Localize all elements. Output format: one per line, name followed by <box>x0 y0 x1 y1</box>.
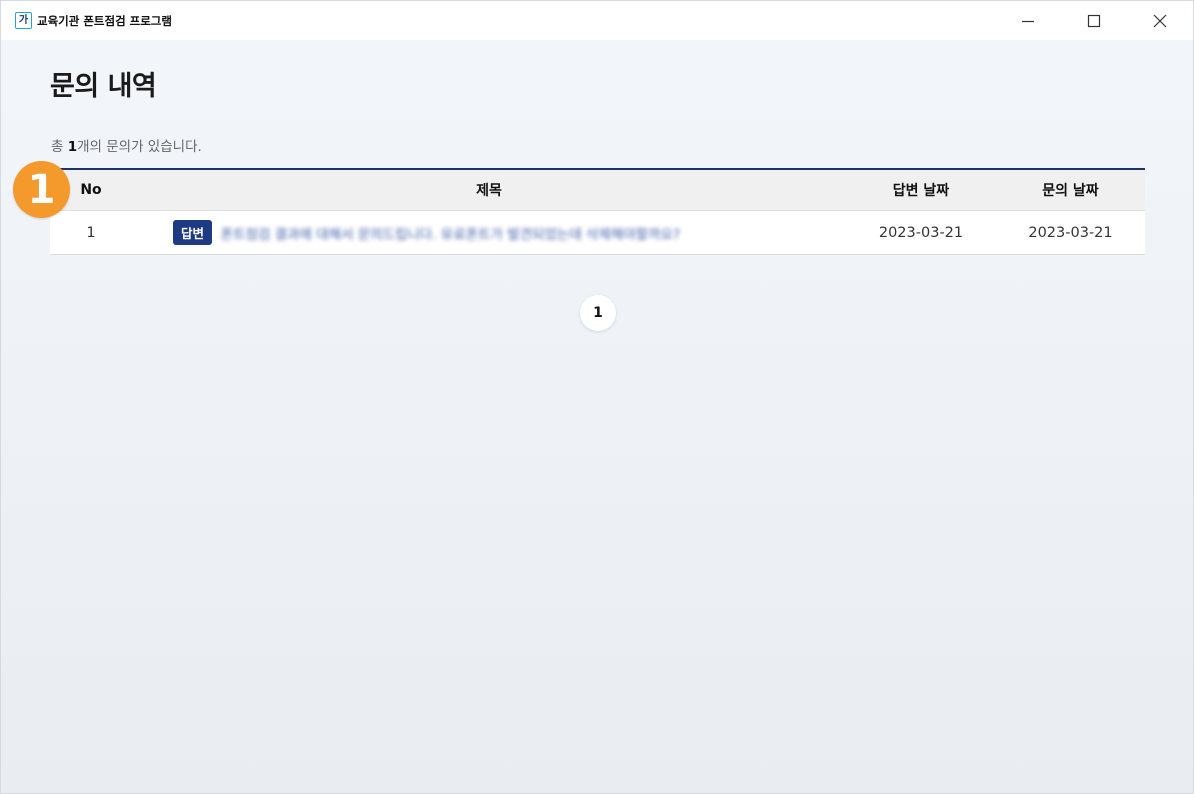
pagination: 1 <box>580 295 616 331</box>
inquiry-summary: 총 1개의 문의가 있습니다. <box>51 135 202 155</box>
inquiry-title-link[interactable]: 폰트점검 결과에 대해서 문의드립니다. 유료폰트가 발견되었는데 삭제해야할까… <box>221 223 680 243</box>
window-controls <box>995 1 1193 40</box>
column-header-answer-date: 답변 날짜 <box>846 169 996 211</box>
summary-suffix: 개의 문의가 있습니다. <box>77 139 202 155</box>
maximize-icon <box>1087 14 1101 27</box>
inquiry-table-container: No 제목 답변 날짜 문의 날짜 1 답변 폰트점검 결과에 대해서 문의드립… <box>50 168 1145 255</box>
inquiry-table: No 제목 답변 날짜 문의 날짜 1 답변 폰트점검 결과에 대해서 문의드립… <box>50 168 1145 255</box>
minimize-button[interactable] <box>995 1 1061 40</box>
title-bar: 가 교육기관 폰트점검 프로그램 <box>1 1 1193 40</box>
app-logo-icon: 가 <box>15 12 32 29</box>
main-content: 문의 내역 총 1개의 문의가 있습니다. No 제목 답변 날짜 문의 날짜 <box>1 40 1193 793</box>
row-no: 1 <box>50 210 132 255</box>
answered-badge: 답변 <box>173 220 213 245</box>
app-title: 교육기관 폰트점검 프로그램 <box>37 13 172 28</box>
summary-count: 1 <box>67 139 78 155</box>
app-window: 가 교육기관 폰트점검 프로그램 문의 내역 총 1개의 문의가 있습니다. N… <box>0 0 1194 794</box>
column-header-title: 제목 <box>132 169 846 211</box>
row-answer-date: 2023-03-21 <box>846 210 996 255</box>
summary-prefix: 총 <box>51 139 68 155</box>
table-header-row: No 제목 답변 날짜 문의 날짜 <box>50 169 1145 211</box>
minimize-icon <box>1022 20 1034 22</box>
page-button-current[interactable]: 1 <box>580 295 616 331</box>
column-header-inquiry-date: 문의 날짜 <box>996 169 1145 211</box>
row-title-cell[interactable]: 답변 폰트점검 결과에 대해서 문의드립니다. 유료폰트가 발견되었는데 삭제해… <box>132 210 846 255</box>
step-marker-badge: 1 <box>13 161 70 218</box>
page-title: 문의 내역 <box>50 71 157 102</box>
close-icon <box>1153 14 1167 27</box>
close-button[interactable] <box>1127 1 1193 40</box>
maximize-button[interactable] <box>1061 1 1127 40</box>
table-row[interactable]: 1 답변 폰트점검 결과에 대해서 문의드립니다. 유료폰트가 발견되었는데 삭… <box>50 210 1145 255</box>
row-inquiry-date: 2023-03-21 <box>996 210 1145 255</box>
